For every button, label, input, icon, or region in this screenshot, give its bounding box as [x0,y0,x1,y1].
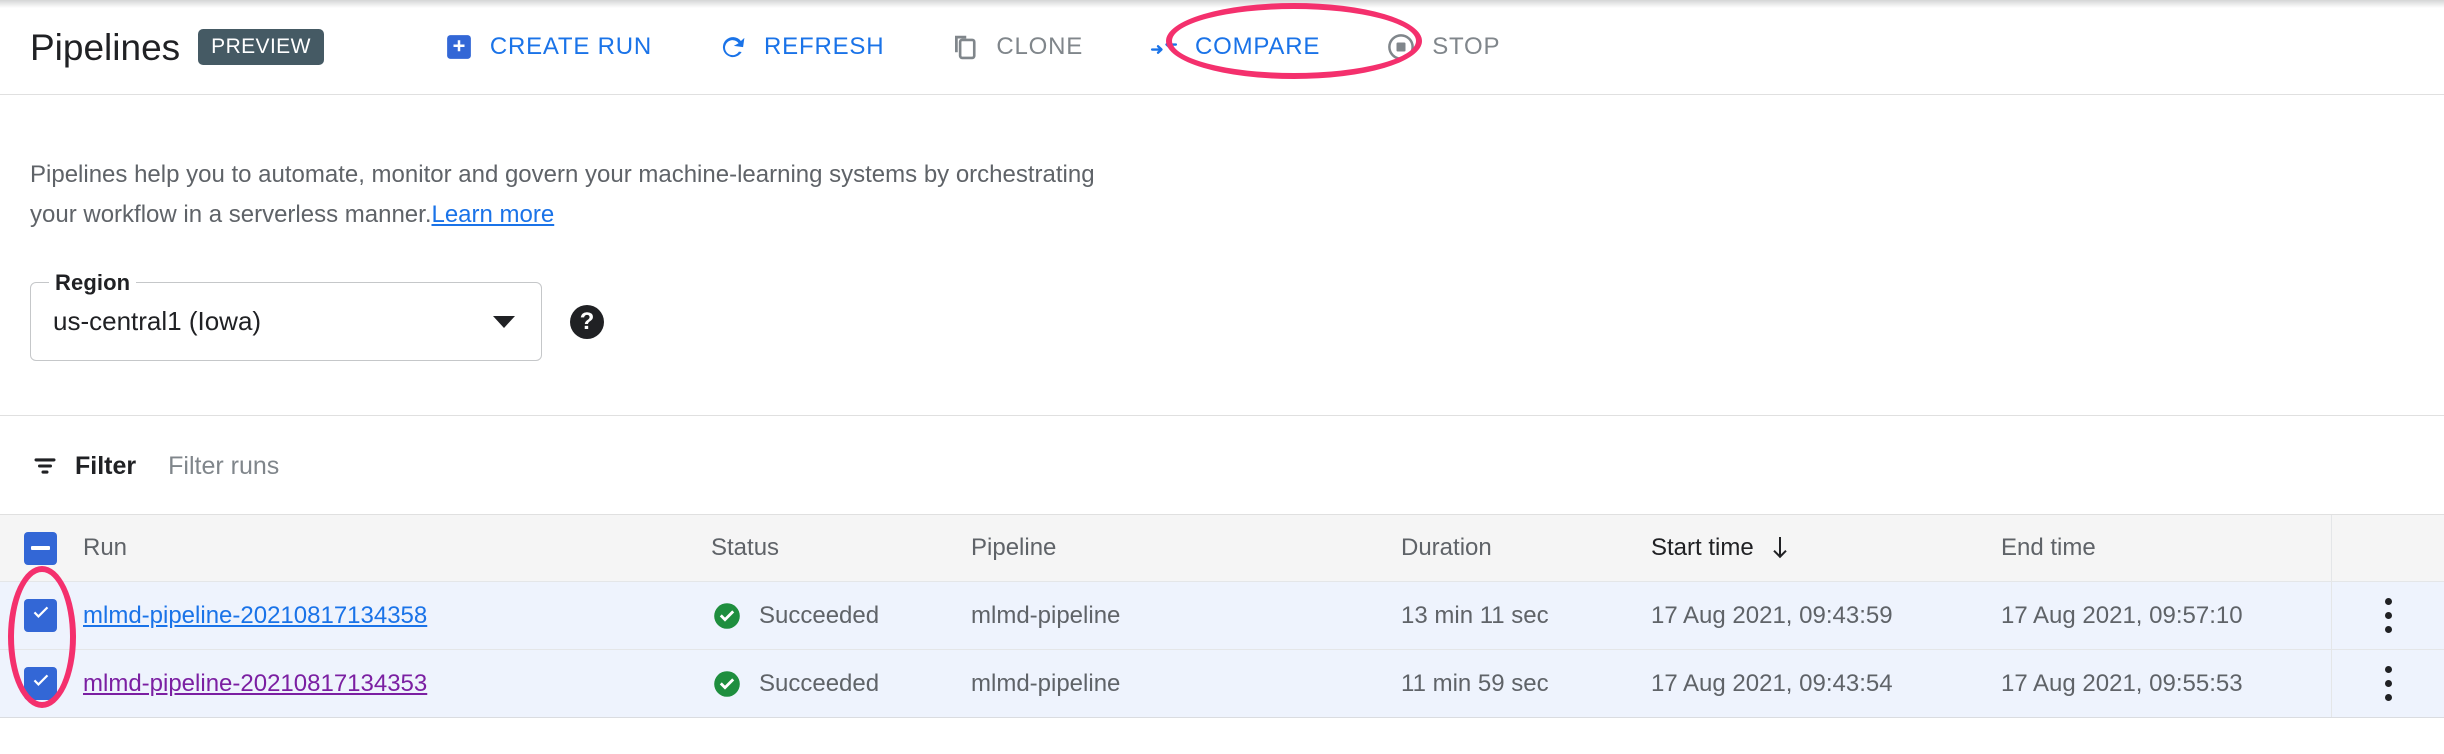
start-time-value: 17 Aug 2021, 09:43:54 [1651,670,1893,697]
filter-runs-input[interactable] [166,451,770,482]
create-run-button[interactable]: CREATE RUN [426,19,670,75]
pipeline-cell: mlmd-pipeline [971,602,1401,630]
region-select[interactable]: Region us-central1 (Iowa) [30,282,542,361]
learn-more-link[interactable]: Learn more [431,201,554,228]
refresh-icon [718,32,748,62]
column-header-duration[interactable]: Duration [1401,534,1651,562]
indeterminate-dash-icon [31,546,50,550]
run-name-cell: mlmd-pipeline-20210817134358 [83,602,711,630]
status-cell: Succeeded [711,600,971,632]
help-icon[interactable]: ? [570,305,604,339]
column-label-run: Run [83,534,127,561]
table-row[interactable]: mlmd-pipeline-20210817134358 Succeeded m… [0,582,2444,650]
column-label-duration: Duration [1401,534,1492,561]
select-all-checkbox[interactable] [24,532,57,565]
sort-descending-icon [1768,535,1792,561]
duration-value: 11 min 59 sec [1401,670,1549,697]
preview-badge: PREVIEW [198,29,324,65]
region-value: us-central1 (Iowa) [53,306,261,337]
refresh-button[interactable]: REFRESH [700,19,902,75]
column-label-start-time-wrap: Start time [1651,534,2001,562]
compare-icon [1149,32,1179,62]
pipeline-value: mlmd-pipeline [971,602,1120,629]
filter-top-divider [0,415,2444,416]
region-label: Region [49,270,136,296]
column-label-end-time: End time [2001,534,2096,561]
pipelines-page: Pipelines PREVIEW CREATE RUN [0,0,2444,754]
toolbar-divider [0,94,2444,95]
start-time-value: 17 Aug 2021, 09:43:59 [1651,602,1893,629]
run-link[interactable]: mlmd-pipeline-20210817134358 [83,602,427,629]
stop-circle-icon [1386,32,1416,62]
pipeline-value: mlmd-pipeline [971,670,1120,697]
start-time-cell: 17 Aug 2021, 09:43:54 [1651,670,2001,698]
table-row[interactable]: mlmd-pipeline-20210817134353 Succeeded m… [0,650,2444,718]
check-circle-icon [711,600,743,632]
add-box-icon [444,32,474,62]
table-header-row: Run Status Pipeline Duration Start time … [0,515,2444,582]
description-text: Pipelines help you to automate, monitor … [30,161,1095,228]
create-run-label: CREATE RUN [490,33,652,61]
filter-icon[interactable] [30,451,60,481]
check-circle-icon [711,668,743,700]
filter-label: Filter [75,452,136,481]
end-time-value: 17 Aug 2021, 09:55:53 [2001,670,2243,697]
page-title: Pipelines [30,29,180,66]
column-label-pipeline: Pipeline [971,534,1056,561]
row-checkbox[interactable] [24,599,57,632]
clone-icon [950,32,980,62]
chevron-down-icon [493,316,515,328]
row-select-cell [0,599,83,632]
run-link[interactable]: mlmd-pipeline-20210817134353 [83,670,427,697]
page-toolbar: Pipelines PREVIEW CREATE RUN [0,0,2444,94]
check-mark-icon [30,670,52,697]
column-header-run[interactable]: Run [83,534,711,562]
column-label-status: Status [711,534,779,562]
row-actions-cell [2331,650,2444,717]
compare-label: COMPARE [1195,33,1320,61]
start-time-cell: 17 Aug 2021, 09:43:59 [1651,602,2001,630]
runs-table: Run Status Pipeline Duration Start time … [0,514,2444,718]
end-time-value: 17 Aug 2021, 09:57:10 [2001,602,2243,629]
status-label: Succeeded [759,602,879,630]
end-time-cell: 17 Aug 2021, 09:57:10 [2001,602,2331,630]
column-header-start-time[interactable]: Start time [1651,534,2001,562]
status-label: Succeeded [759,670,879,698]
pipeline-cell: mlmd-pipeline [971,670,1401,698]
row-checkbox[interactable] [24,667,57,700]
more-vert-icon[interactable] [2371,655,2406,713]
column-header-pipeline[interactable]: Pipeline [971,534,1401,562]
compare-button[interactable]: COMPARE [1131,19,1338,75]
stop-button[interactable]: STOP [1368,19,1518,75]
clone-button[interactable]: CLONE [932,19,1101,75]
end-time-cell: 17 Aug 2021, 09:55:53 [2001,670,2331,698]
clone-label: CLONE [996,33,1083,61]
more-vert-icon[interactable] [2371,587,2406,645]
row-actions-cell [2331,582,2444,649]
filter-bar: Filter [30,440,770,492]
refresh-label: REFRESH [764,33,884,61]
check-mark-icon [30,602,52,629]
duration-cell: 13 min 11 sec [1401,602,1651,630]
row-select-cell [0,667,83,700]
duration-cell: 11 min 59 sec [1401,670,1651,698]
column-label-start-time: Start time [1651,534,1754,562]
page-description: Pipelines help you to automate, monitor … [30,155,1130,235]
column-header-status[interactable]: Status [711,534,971,562]
column-header-actions [2331,515,2444,581]
region-selector: Region us-central1 (Iowa) ? [30,282,604,361]
status-cell: Succeeded [711,668,971,700]
select-all-cell [0,532,83,565]
stop-label: STOP [1432,33,1500,61]
toolbar-actions: CREATE RUN REFRESH CL [426,19,1549,75]
run-name-cell: mlmd-pipeline-20210817134353 [83,670,711,698]
duration-value: 13 min 11 sec [1401,602,1549,629]
column-header-end-time[interactable]: End time [2001,534,2331,562]
